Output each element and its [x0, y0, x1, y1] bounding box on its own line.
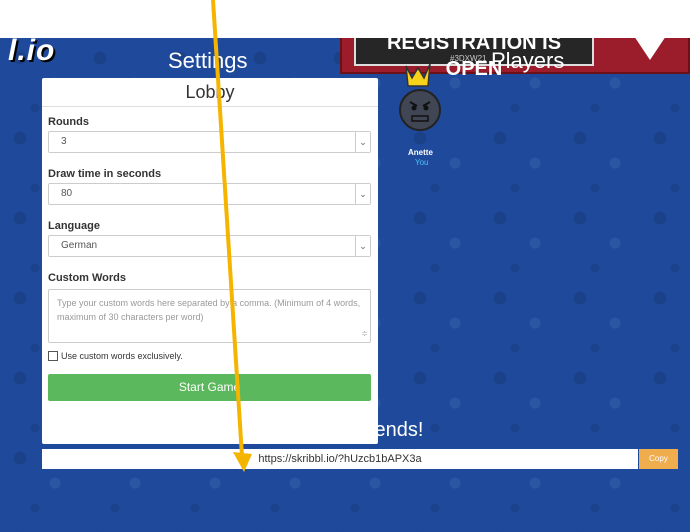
invite-url-field[interactable]: https://skribbl.io/?hUzcb1bAPX3a — [42, 449, 638, 469]
invite-heading: Invite your friends! — [260, 419, 424, 441]
custom-words-label: Custom Words — [48, 272, 127, 284]
crowned-avatar-icon — [399, 63, 441, 131]
rounds-label: Rounds — [48, 116, 89, 128]
logo: l.io — [8, 38, 56, 67]
chevron-down-icon: ⌄ — [355, 184, 370, 204]
lobby-title: Lobby — [42, 78, 378, 107]
chevron-down-icon: ⌄ — [355, 236, 370, 256]
language-label: Language — [48, 220, 100, 232]
exclusive-words-row[interactable]: Use custom words exclusively. — [48, 351, 183, 361]
rounds-select[interactable]: 3 ⌄ — [48, 131, 371, 153]
language-value: German — [61, 240, 98, 251]
rounds-value: 3 — [61, 136, 67, 147]
banner-triangle-icon — [630, 38, 670, 60]
exclusive-words-label: Use custom words exclusively. — [61, 351, 183, 361]
language-select[interactable]: German ⌄ — [48, 235, 371, 257]
banner-hashtag: #3DXW21 — [450, 54, 487, 63]
draw-time-select[interactable]: 80 ⌄ — [48, 183, 371, 205]
start-game-button[interactable]: Start Game — [48, 374, 371, 401]
top-strip — [0, 0, 690, 38]
draw-time-value: 80 — [61, 188, 73, 199]
copy-button[interactable]: Copy — [639, 449, 678, 469]
custom-words-input[interactable]: Type your custom words here separated by… — [48, 289, 371, 343]
settings-heading: Settings — [168, 48, 248, 73]
chevron-down-icon: ⌄ — [355, 132, 370, 152]
resize-handle-icon[interactable]: ≑ — [361, 327, 368, 341]
exclusive-words-checkbox[interactable] — [48, 351, 58, 361]
custom-words-placeholder: Type your custom words here separated by… — [57, 298, 361, 322]
player-you-tag: You — [415, 158, 429, 167]
player-name: Anette — [408, 148, 433, 157]
draw-time-label: Draw time in seconds — [48, 168, 162, 180]
lobby-settings-panel: Lobby Rounds 3 ⌄ Draw time in seconds 80… — [42, 78, 378, 444]
players-heading: Players — [491, 48, 565, 73]
